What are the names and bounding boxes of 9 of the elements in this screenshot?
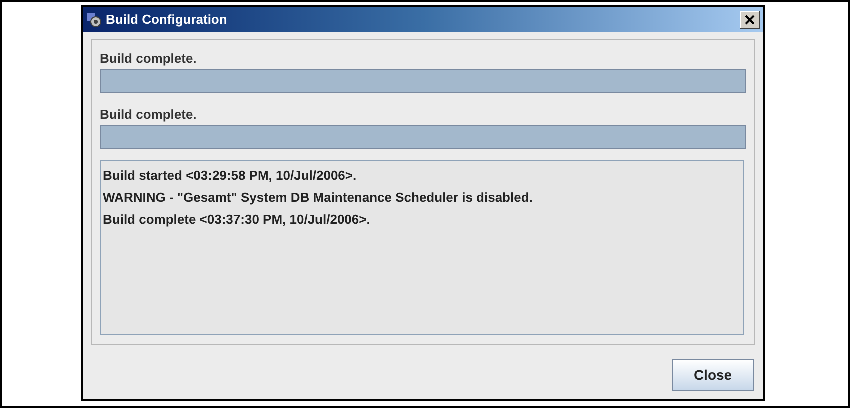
log-line: Build started <03:29:58 PM, 10/Jul/2006>.	[103, 167, 358, 185]
close-icon[interactable]	[740, 10, 760, 28]
window-title: Build Configuration	[106, 10, 228, 29]
log-line: Build complete <03:37:30 PM, 10/Jul/2006>.	[103, 211, 372, 229]
status-label: Build complete.	[100, 50, 198, 68]
log-line: WARNING - "Gesamt" System DB Maintenance Scheduler is disabled.	[103, 189, 534, 207]
status-label: Build complete.	[100, 106, 198, 124]
app-icon	[86, 12, 102, 28]
close-button[interactable]: Close	[672, 359, 754, 391]
